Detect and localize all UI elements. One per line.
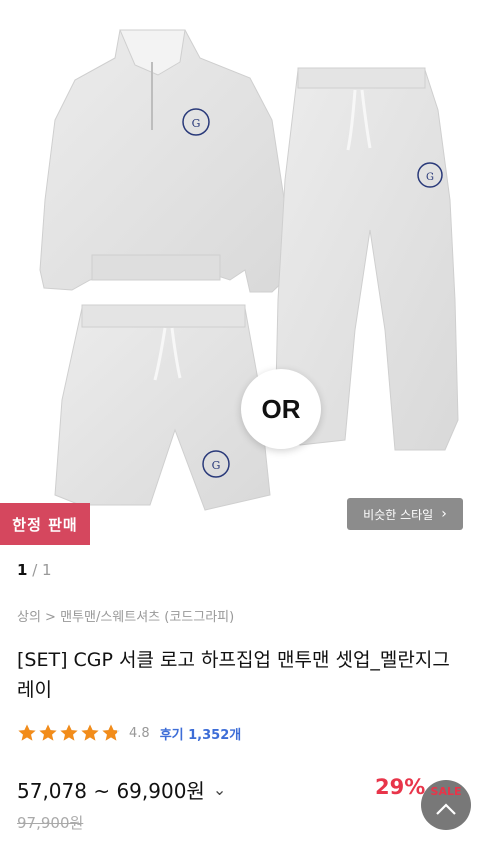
shorts-shape: G xyxy=(54,304,271,511)
reviews-link[interactable]: 후기 1,352개 xyxy=(160,724,242,743)
similar-style-button[interactable]: 비슷한 스타일 › xyxy=(347,498,463,530)
original-price: 97,900원 xyxy=(17,814,84,832)
scroll-top-button[interactable]: SALE xyxy=(421,780,471,830)
price-range[interactable]: 57,078 ~ 69,900원 ⌄ xyxy=(17,775,226,804)
product-image[interactable]: G G G OR xyxy=(0,0,480,548)
svg-text:G: G xyxy=(426,172,434,183)
limited-sale-badge: 한정 판매 xyxy=(0,503,90,545)
product-title: [SET] CGP 서클 로고 하프집업 맨투맨 셋업_멜란지그레이 xyxy=(17,649,450,701)
chevron-up-icon xyxy=(436,803,456,815)
rating-score: 4.8 xyxy=(129,725,150,741)
pager-total: / 1 xyxy=(32,561,52,579)
svg-text:G: G xyxy=(192,117,201,130)
star-icon xyxy=(81,724,99,741)
sweatshirt-shape: G xyxy=(39,29,291,293)
similar-style-label: 비슷한 스타일 xyxy=(363,507,434,522)
rating-stars xyxy=(17,723,121,743)
star-icon xyxy=(18,724,36,741)
rating-row[interactable]: 4.8 후기 1,352개 xyxy=(17,723,241,743)
svg-text:G: G xyxy=(212,459,221,472)
sale-label: SALE xyxy=(430,785,462,798)
garment-illustration: G G G xyxy=(39,29,459,511)
price-range-text: 57,078 ~ 69,900원 xyxy=(17,779,205,803)
discount-rate: 29% xyxy=(375,775,426,799)
image-pager: 1 / 1 xyxy=(17,561,52,579)
pager-current: 1 xyxy=(17,561,28,579)
chevron-right-icon: › xyxy=(441,506,447,522)
star-icon xyxy=(102,724,120,741)
star-icon xyxy=(39,724,57,741)
breadcrumb[interactable]: 상의 > 맨투맨/스웨트셔츠 (코드그라피) xyxy=(17,606,234,625)
or-badge: OR xyxy=(241,369,321,449)
chevron-down-icon: ⌄ xyxy=(212,780,227,799)
star-icon xyxy=(60,724,78,741)
